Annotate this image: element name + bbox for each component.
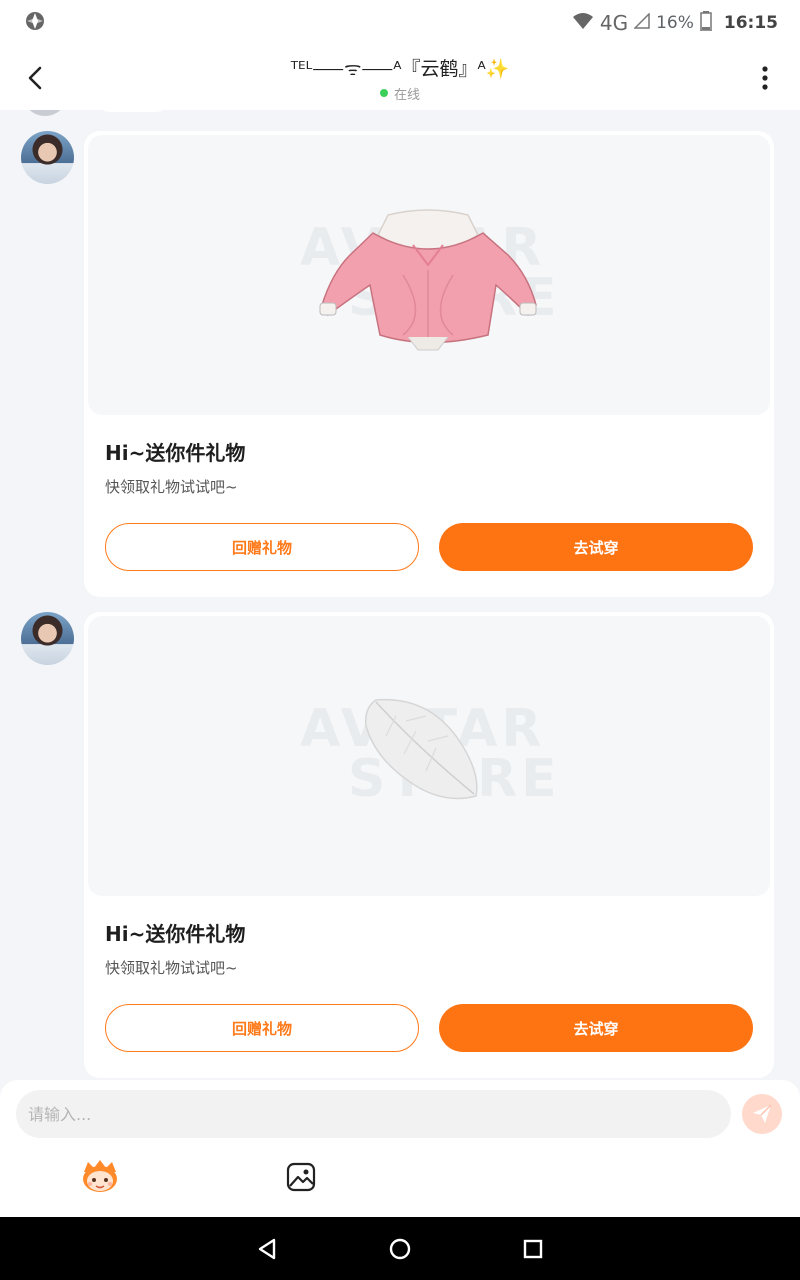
system-nav-bar — [0, 1217, 800, 1280]
online-status: 在线 — [379, 84, 420, 103]
return-gift-button[interactable]: 回赠礼物 — [105, 1004, 419, 1052]
send-icon — [753, 1104, 772, 1123]
avatar[interactable] — [21, 131, 74, 184]
message-input[interactable] — [16, 1090, 731, 1138]
gift-image: AVATAR STORE — [88, 135, 770, 415]
avatar[interactable] — [22, 110, 68, 116]
gift-image: AVATAR STORE — [88, 616, 770, 896]
gift-subtitle: 快领取礼物试试吧~ — [105, 478, 238, 496]
avatar[interactable] — [21, 612, 74, 665]
circle-home-icon — [389, 1238, 411, 1259]
avatar-sticker-button[interactable] — [80, 1158, 120, 1194]
battery-icon — [700, 10, 712, 36]
chevron-left-icon — [28, 66, 42, 90]
nav-back-button[interactable] — [247, 1229, 287, 1269]
gift-title: Hi~送你件礼物 — [105, 922, 246, 946]
gift-title: Hi~送你件礼物 — [105, 441, 246, 465]
chat-message-list[interactable]: AVATAR STORE Hi~送你件礼物 快领取礼物试试吧~ 回赠礼物 去试穿 — [0, 110, 800, 1080]
nav-home-button[interactable] — [380, 1229, 420, 1269]
return-gift-button[interactable]: 回赠礼物 — [105, 523, 419, 571]
composer — [0, 1080, 800, 1217]
chat-header: ᵀᴱᴸ⸺ᯤ⸺ᴬ『云鹤』ᴬ✨ 在线 — [0, 46, 800, 110]
feather-icon — [364, 698, 478, 800]
battery-percent: 16% — [656, 13, 694, 33]
online-status-label: 在线 — [393, 87, 420, 103]
clock: 16:15 — [723, 13, 778, 33]
contact-info[interactable]: ᵀᴱᴸ⸺ᯤ⸺ᴬ『云鹤』ᴬ✨ 在线 — [70, 54, 730, 103]
image-icon — [286, 1162, 316, 1192]
try-on-button[interactable]: 去试穿 — [439, 1004, 753, 1052]
more-vertical-icon — [762, 66, 768, 90]
wifi-icon — [572, 12, 594, 35]
contact-name: ᵀᴱᴸ⸺ᯤ⸺ᴬ『云鹤』ᴬ✨ — [290, 57, 510, 80]
network-type: 4G — [599, 11, 629, 35]
send-button[interactable] — [742, 1094, 782, 1134]
online-dot-icon — [379, 89, 388, 97]
image-picker-button[interactable] — [286, 1162, 316, 1192]
square-recents-icon — [524, 1239, 543, 1258]
message-bubble — [96, 110, 170, 112]
mascot-face-icon — [83, 1160, 117, 1192]
status-bar: 4G 16% 16:15 — [0, 0, 800, 46]
nav-recents-button[interactable] — [513, 1229, 553, 1269]
gift-subtitle: 快领取礼物试试吧~ — [105, 959, 238, 977]
notification-app-icon — [24, 10, 46, 37]
triangle-back-icon — [258, 1238, 275, 1259]
sweater-icon — [319, 209, 537, 351]
back-button[interactable] — [0, 46, 70, 110]
cell-signal-icon — [633, 11, 650, 34]
gift-card[interactable]: AVATAR STORE Hi~送你件礼物 快领取礼物试试吧~ 回赠礼物 去试穿 — [84, 612, 774, 1078]
try-on-button[interactable]: 去试穿 — [439, 523, 753, 571]
more-options-button[interactable] — [730, 46, 800, 110]
gift-card[interactable]: AVATAR STORE Hi~送你件礼物 快领取礼物试试吧~ 回赠礼物 去试穿 — [84, 131, 774, 597]
